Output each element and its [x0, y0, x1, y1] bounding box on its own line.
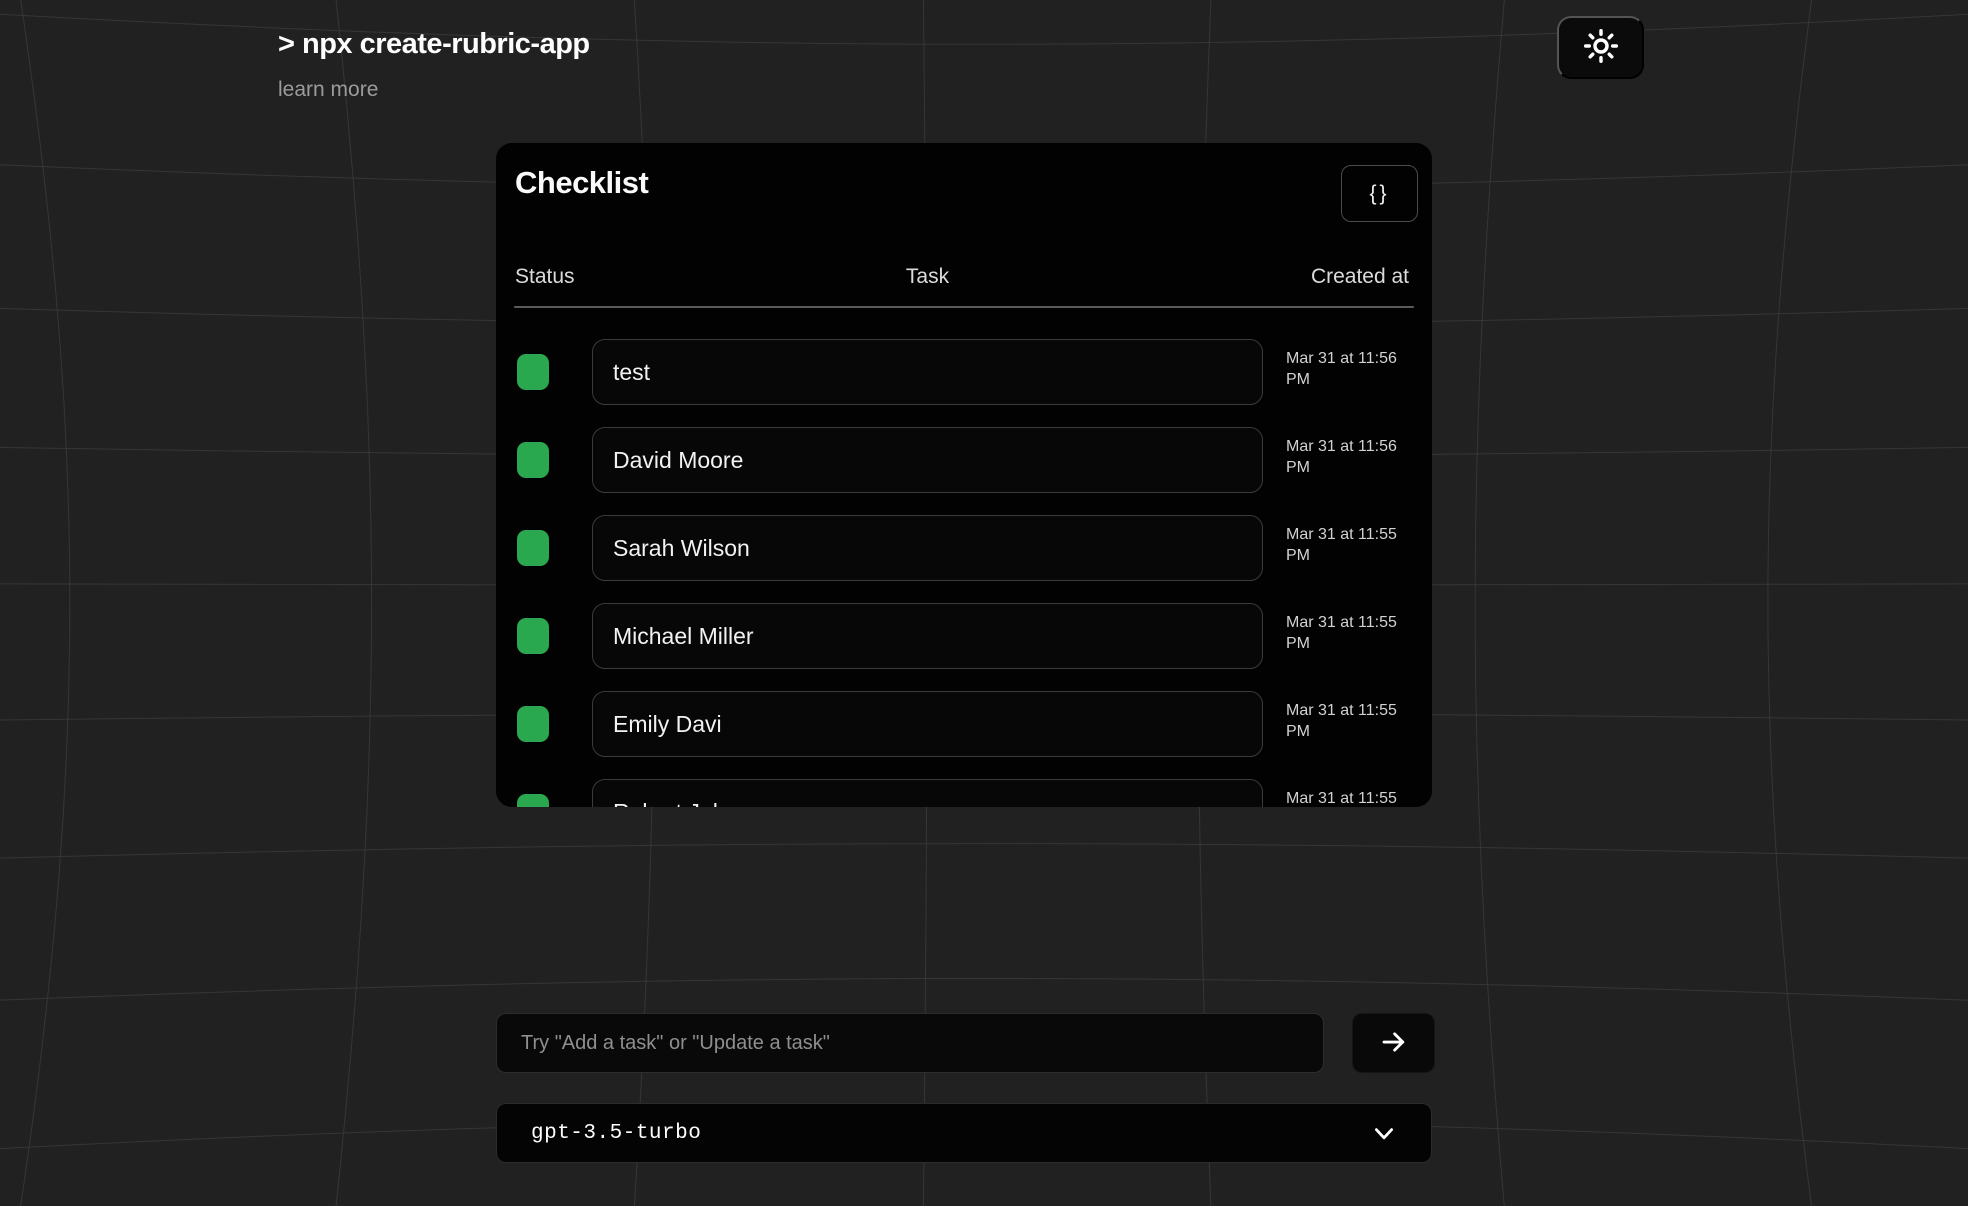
arrow-right-icon — [1379, 1027, 1409, 1060]
status-checkbox[interactable] — [517, 794, 549, 807]
json-view-button[interactable]: {} — [1341, 165, 1418, 222]
task-input[interactable]: Michael Miller — [592, 603, 1263, 669]
status-checkbox[interactable] — [517, 618, 549, 654]
column-header-created-at: Created at — [1286, 265, 1409, 291]
table-row: Robert Johnson Mar 31 at 11:55 PM — [496, 779, 1432, 807]
task-input[interactable]: test — [592, 339, 1263, 405]
task-input[interactable]: Emily Davi — [592, 691, 1263, 757]
model-select-value: gpt-3.5-turbo — [531, 1122, 701, 1145]
created-at-label: Mar 31 at 11:56 PM — [1286, 436, 1406, 478]
task-label: Robert Johnson — [613, 799, 775, 808]
task-label: Emily Davi — [613, 711, 722, 738]
model-select[interactable]: gpt-3.5-turbo — [496, 1103, 1432, 1163]
learn-more-link[interactable]: learn more — [278, 78, 378, 102]
created-at-label: Mar 31 at 11:55 PM — [1286, 700, 1406, 742]
task-input[interactable]: David Moore — [592, 427, 1263, 493]
created-at-label: Mar 31 at 11:55 PM — [1286, 524, 1406, 566]
table-row: Sarah Wilson Mar 31 at 11:55 PM — [496, 515, 1432, 581]
chevron-down-icon — [1371, 1123, 1397, 1150]
created-at-label: Mar 31 at 11:55 PM — [1286, 612, 1406, 654]
column-header-status: Status — [515, 265, 575, 291]
task-command-input[interactable] — [496, 1013, 1324, 1073]
task-input[interactable]: Robert Johnson — [592, 779, 1263, 807]
checklist-title: Checklist — [515, 165, 648, 201]
column-header-task: Task — [592, 265, 1263, 291]
sun-icon — [1583, 28, 1619, 67]
table-header-divider — [514, 306, 1414, 308]
created-at-label: Mar 31 at 11:56 PM — [1286, 348, 1406, 390]
task-input[interactable]: Sarah Wilson — [592, 515, 1263, 581]
status-checkbox[interactable] — [517, 706, 549, 742]
created-at-label: Mar 31 at 11:55 PM — [1286, 788, 1406, 807]
checklist-card: Checklist {} Status Task Created at test… — [496, 143, 1432, 807]
status-checkbox[interactable] — [517, 530, 549, 566]
task-label: Sarah Wilson — [613, 535, 750, 562]
task-label: Michael Miller — [613, 623, 754, 650]
table-row: Emily Davi Mar 31 at 11:55 PM — [496, 691, 1432, 757]
task-label: David Moore — [613, 447, 743, 474]
table-row: Michael Miller Mar 31 at 11:55 PM — [496, 603, 1432, 669]
status-checkbox[interactable] — [517, 442, 549, 478]
theme-toggle-button[interactable] — [1557, 16, 1644, 79]
page-title: > npx create-rubric-app — [278, 28, 590, 61]
app-background: > npx create-rubric-app learn more Check… — [0, 0, 1968, 1206]
table-row: test Mar 31 at 11:56 PM — [496, 339, 1432, 405]
task-label: test — [613, 359, 650, 386]
table-row: David Moore Mar 31 at 11:56 PM — [496, 427, 1432, 493]
submit-button[interactable] — [1352, 1013, 1435, 1073]
status-checkbox[interactable] — [517, 354, 549, 390]
